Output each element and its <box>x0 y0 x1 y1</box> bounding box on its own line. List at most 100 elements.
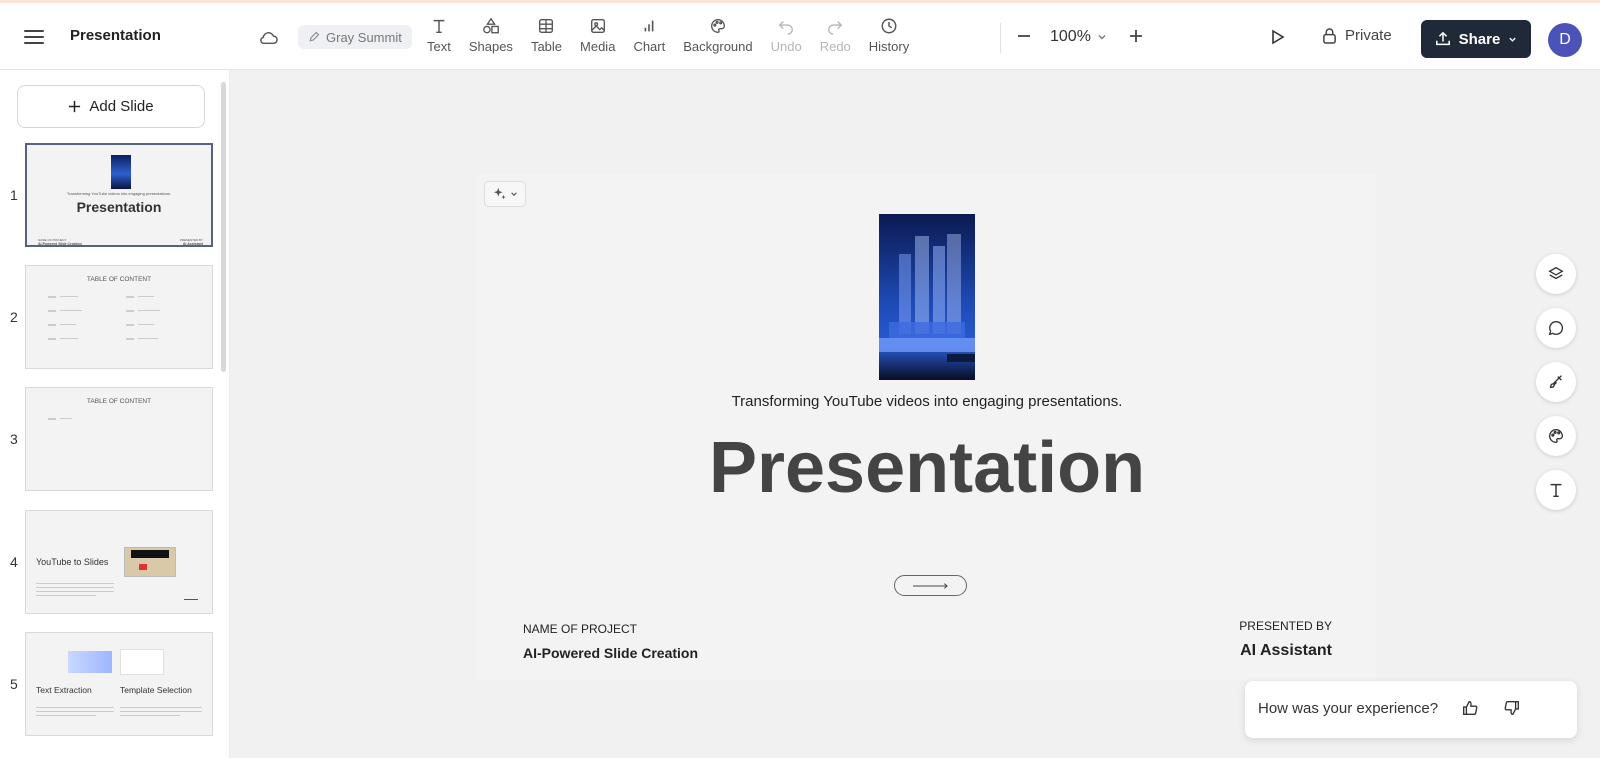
format-painter-button[interactable] <box>1536 362 1576 402</box>
tool-undo[interactable]: Undo <box>762 17 811 61</box>
palette-icon <box>710 19 725 33</box>
insert-tools: Text Shapes Table Media Chart Background… <box>418 17 918 61</box>
thumb-footer-text: AI Assistant <box>182 242 203 246</box>
tool-media[interactable]: Media <box>571 17 624 61</box>
avatar[interactable]: D <box>1548 23 1582 57</box>
arrow-pill-shape[interactable] <box>894 575 967 596</box>
visibility-label: Private <box>1345 27 1392 44</box>
tool-label: Media <box>580 39 616 54</box>
clock-icon <box>881 18 897 34</box>
share-label: Share <box>1458 30 1501 48</box>
top-toolbar: Presentation Gray Summit Text Shapes Tab… <box>0 0 1600 70</box>
project-label[interactable]: NAME OF PROJECT <box>523 622 637 636</box>
slide-thumbnail-4[interactable]: YouTube to Slides <box>25 510 213 614</box>
undo-icon <box>778 21 794 35</box>
slide-thumbnail-5[interactable]: Text Extraction Template Selection <box>25 632 213 736</box>
menu-icon[interactable] <box>22 27 46 47</box>
theme-chip[interactable]: Gray Summit <box>298 25 412 49</box>
thumbs-up-icon <box>1463 701 1478 715</box>
thumb-title: Template Selection <box>120 685 192 695</box>
brush-icon <box>1549 375 1562 389</box>
pencil-icon <box>309 31 320 42</box>
toolbar-divider <box>1000 23 1001 53</box>
layers-button[interactable] <box>1536 254 1576 294</box>
slide-thumb-row: 1 Transforming YouTube videos into engag… <box>0 143 218 249</box>
project-name[interactable]: AI-Powered Slide Creation <box>523 645 698 661</box>
slide-thumbnail-1[interactable]: Transforming YouTube videos into engagin… <box>25 143 213 247</box>
plus-icon <box>1130 30 1142 42</box>
slides-sidebar: Add Slide 1 Transforming YouTube videos … <box>0 70 230 758</box>
thumb-title: Text Extraction <box>36 685 92 695</box>
theme-button[interactable] <box>1536 416 1576 456</box>
text-icon <box>433 19 445 34</box>
slide-thumbnail-2[interactable]: TABLE OF CONTENT <box>25 265 213 369</box>
present-button[interactable] <box>1268 28 1286 46</box>
share-button[interactable]: Share <box>1421 20 1531 58</box>
tool-shapes[interactable]: Shapes <box>460 17 522 61</box>
add-slide-button[interactable]: Add Slide <box>17 85 205 128</box>
tool-label: Table <box>530 39 563 54</box>
layers-icon <box>1548 266 1564 280</box>
tool-label: Undo <box>770 39 802 54</box>
chevron-down-icon <box>1098 35 1106 40</box>
thumb-footer-text: AI-Powered Slide Creation <box>38 242 82 246</box>
zoom-in-button[interactable] <box>1127 27 1145 45</box>
tool-text[interactable]: Text <box>418 17 460 61</box>
redo-icon <box>828 21 843 35</box>
presenter-name[interactable]: AI Assistant <box>1195 642 1332 660</box>
presenter-label[interactable]: PRESENTED BY <box>1195 619 1332 633</box>
chart-icon <box>644 20 654 32</box>
comment-icon <box>1548 321 1564 336</box>
zoom-out-button[interactable] <box>1015 27 1033 45</box>
tool-redo[interactable]: Redo <box>811 17 860 61</box>
tool-label: Text <box>427 39 451 54</box>
thumb-subtitle: Transforming YouTube videos into engagin… <box>66 191 172 196</box>
thumbs-up-button[interactable] <box>1461 699 1481 719</box>
tool-label: Redo <box>819 39 851 54</box>
slide-title[interactable]: Presentation <box>600 427 1254 509</box>
upload-icon <box>1435 31 1450 46</box>
thumb-image <box>124 547 176 577</box>
thumb-title: YouTube to Slides <box>36 557 109 567</box>
sparkle-icon <box>493 187 506 200</box>
document-title[interactable]: Presentation <box>70 27 161 44</box>
slide-number: 2 <box>10 309 18 325</box>
arrow-right-icon <box>912 582 948 589</box>
slide-thumb-row: 2 TABLE OF CONTENT <box>0 265 218 371</box>
hero-image[interactable] <box>879 214 975 380</box>
slide-number: 4 <box>10 554 18 570</box>
comments-button[interactable] <box>1536 308 1576 348</box>
thumb-image <box>111 155 131 189</box>
thumb-title: Presentation <box>76 199 162 215</box>
slide-number: 5 <box>10 676 18 692</box>
minus-icon <box>1018 35 1030 37</box>
theme-name: Gray Summit <box>326 29 402 45</box>
feedback-question: How was your experience? <box>1258 700 1439 717</box>
tool-table[interactable]: Table <box>522 17 571 61</box>
thumb-image <box>120 649 164 675</box>
thumb-image <box>68 651 112 673</box>
slide-thumb-row: 4 YouTube to Slides <box>0 510 218 616</box>
tool-label: Background <box>683 39 753 54</box>
slide-subtitle[interactable]: Transforming YouTube videos into engagin… <box>600 393 1254 410</box>
tool-label: Chart <box>633 39 666 54</box>
lock-icon <box>1323 28 1336 44</box>
zoom-select[interactable]: 100% <box>1050 28 1107 46</box>
ai-assist-button[interactable] <box>484 181 526 207</box>
palette-icon <box>1549 429 1563 443</box>
tool-label: Shapes <box>468 39 513 54</box>
slide-thumb-row: 3 TABLE OF CONTENT <box>0 387 218 493</box>
chevron-down-icon <box>510 192 517 196</box>
text-style-button[interactable] <box>1536 470 1576 510</box>
table-icon <box>539 19 554 33</box>
add-slide-label: Add Slide <box>89 98 154 115</box>
slide-number: 3 <box>10 431 18 447</box>
tool-history[interactable]: History <box>860 17 918 61</box>
tool-chart[interactable]: Chart <box>624 17 674 61</box>
tool-background[interactable]: Background <box>674 17 761 61</box>
visibility-button[interactable]: Private <box>1322 27 1392 44</box>
sidebar-scrollbar[interactable] <box>221 82 226 372</box>
slide-thumbnail-3[interactable]: TABLE OF CONTENT <box>25 387 213 491</box>
thumbs-down-button[interactable] <box>1503 699 1523 719</box>
thumb-title: TABLE OF CONTENT <box>86 276 152 283</box>
